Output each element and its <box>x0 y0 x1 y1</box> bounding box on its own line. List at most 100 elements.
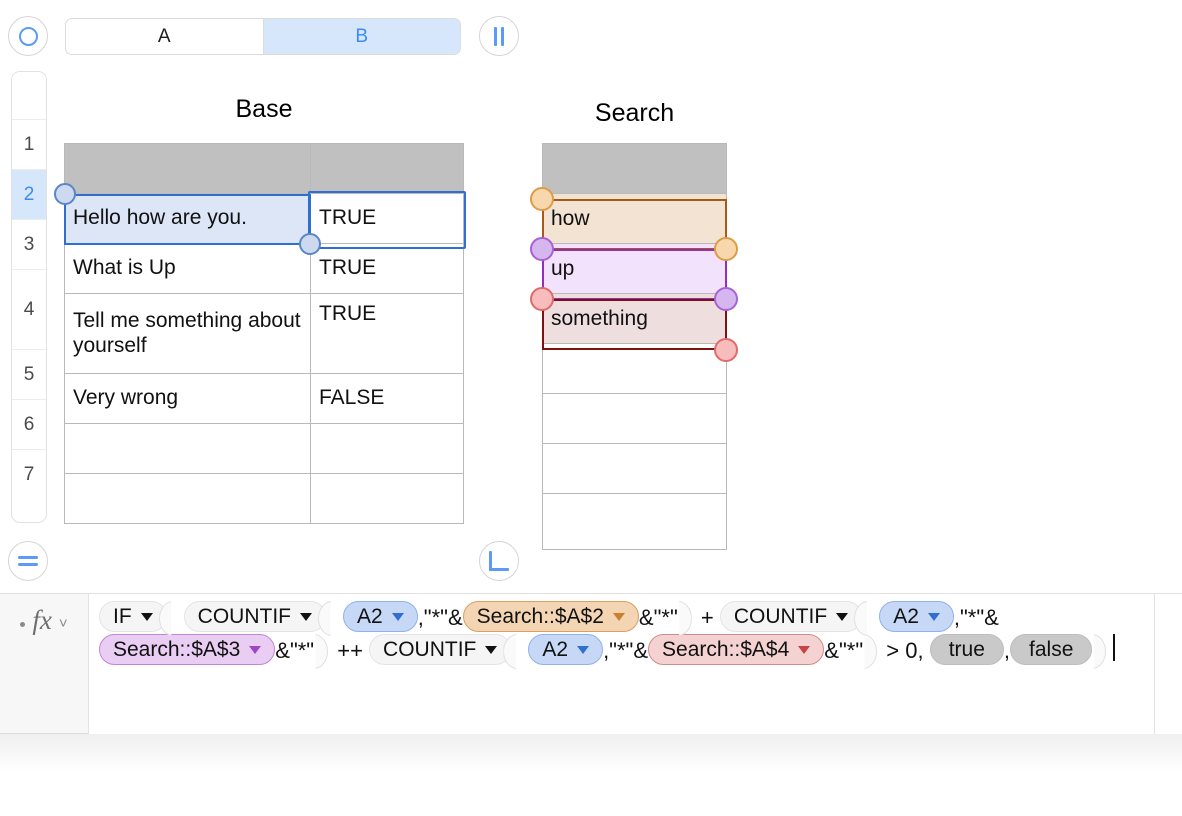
cell-a4[interactable]: Tell me something about yourself <box>65 294 311 373</box>
table-row[interactable]: Hello how are you. TRUE <box>65 194 463 244</box>
search-cell-a8[interactable] <box>543 494 726 549</box>
chevron-down-icon[interactable] <box>836 612 849 621</box>
table-row[interactable] <box>543 394 726 444</box>
table-row[interactable]: up <box>543 244 726 294</box>
range-handle-purple-start[interactable] <box>530 237 554 261</box>
range-handle-orange-start[interactable] <box>530 187 554 211</box>
row-header-6[interactable]: 6 <box>12 400 46 450</box>
formula-token-countif[interactable]: COUNTIF <box>719 601 863 632</box>
range-handle-orange-end[interactable] <box>714 237 738 261</box>
chevron-down-icon[interactable] <box>249 645 262 654</box>
search-cell-a6[interactable] <box>543 394 726 443</box>
corner-bracket-button[interactable] <box>479 541 519 581</box>
formula-close-paren <box>678 601 695 634</box>
search-cell-a5[interactable] <box>543 344 726 393</box>
cell-b7[interactable] <box>311 474 463 524</box>
chevron-down-icon[interactable] <box>140 612 153 621</box>
cell-b4[interactable]: TRUE <box>311 294 463 373</box>
range-handle-purple-end[interactable] <box>714 287 738 311</box>
table-row[interactable] <box>65 424 463 474</box>
row-header-7[interactable]: 7 <box>12 450 46 500</box>
cell-b6[interactable] <box>311 424 463 473</box>
table-row[interactable]: Very wrong FALSE <box>65 374 463 424</box>
search-cell-a2[interactable]: how <box>543 194 726 243</box>
table-row[interactable]: something <box>543 294 726 344</box>
cell-b3[interactable]: TRUE <box>311 244 463 293</box>
chevron-down-icon[interactable] <box>612 612 625 621</box>
formula-token-label: COUNTIF <box>733 604 828 628</box>
equals-icon <box>18 556 38 566</box>
table-row[interactable] <box>65 474 463 524</box>
row-header-4[interactable]: 4 <box>12 270 46 350</box>
formula-text-token: &"*" <box>638 604 678 630</box>
formula-token-if[interactable]: IF <box>99 601 167 632</box>
formula-token-search-a-3[interactable]: Search::$A$3 <box>99 634 276 665</box>
table-row[interactable]: What is Up TRUE <box>65 244 463 294</box>
tab-b[interactable]: B <box>262 19 460 54</box>
formula-token-label: COUNTIF <box>197 604 291 628</box>
formula-token-true[interactable]: true <box>929 634 1004 665</box>
table-row[interactable] <box>543 444 726 494</box>
formula-token-a2[interactable]: A2 <box>343 601 418 632</box>
table-row[interactable] <box>543 144 726 194</box>
chevron-down-icon[interactable]: ˅ <box>59 615 68 632</box>
cell-a1[interactable] <box>65 144 311 193</box>
bullet-icon <box>20 622 26 627</box>
range-handle-red-start[interactable] <box>530 287 554 311</box>
search-cell-a7[interactable] <box>543 444 726 493</box>
equals-button[interactable] <box>8 541 48 581</box>
pause-button[interactable] <box>479 16 519 56</box>
chevron-down-icon[interactable] <box>577 645 590 654</box>
table-row[interactable] <box>543 494 726 549</box>
cell-b2[interactable]: TRUE <box>311 194 463 243</box>
cell-b5[interactable]: FALSE <box>311 374 463 423</box>
formula-bar-fx-group[interactable]: fx ˅ <box>0 594 88 735</box>
chevron-down-icon[interactable] <box>391 612 404 621</box>
row-header-blank[interactable] <box>12 72 46 120</box>
table-row[interactable]: Tell me something about yourself TRUE <box>65 294 463 374</box>
cell-a6[interactable] <box>65 424 311 473</box>
sheet-segmented-control[interactable]: A B <box>65 18 461 55</box>
formula-bar-right-gutter <box>1154 594 1182 735</box>
tab-a[interactable]: A <box>66 19 263 54</box>
table-row[interactable]: how <box>543 194 726 244</box>
cell-a5[interactable]: Very wrong <box>65 374 311 423</box>
cell-a3[interactable]: What is Up <box>65 244 311 293</box>
row-header-rail[interactable]: 1 2 3 4 5 6 7 <box>11 71 47 523</box>
cell-b1[interactable] <box>311 144 463 193</box>
search-cell-a3[interactable]: up <box>543 244 726 293</box>
formula-close-paren <box>314 634 331 667</box>
chevron-down-icon[interactable] <box>300 612 312 621</box>
table-row[interactable] <box>65 144 463 194</box>
formula-open-paren <box>862 601 879 634</box>
formula-token-countif[interactable]: COUNTIF <box>369 634 512 665</box>
pause-icon <box>493 26 505 46</box>
selection-handle-bottom-right[interactable] <box>299 233 321 255</box>
row-header-5[interactable]: 5 <box>12 350 46 400</box>
formula-input[interactable]: IF COUNTIF A2 ,"*"& Search::$A$2 &"*" + COUNT… <box>88 594 1154 735</box>
row-header-2[interactable]: 2 <box>12 170 46 220</box>
chevron-down-icon[interactable] <box>798 645 811 654</box>
cell-a7[interactable] <box>65 474 311 524</box>
previous-button[interactable] <box>8 16 48 56</box>
row-header-3[interactable]: 3 <box>12 220 46 270</box>
base-table[interactable]: Hello how are you. TRUE What is Up TRUE … <box>64 143 464 524</box>
formula-token-a2[interactable]: A2 <box>879 601 954 632</box>
formula-token-countif[interactable]: COUNTIF <box>183 601 326 632</box>
search-cell-a1[interactable] <box>543 144 726 193</box>
formula-text-token: &"*" <box>824 637 864 663</box>
range-handle-red-end[interactable] <box>714 338 738 362</box>
formula-token-search-a-4[interactable]: Search::$A$4 <box>648 634 825 665</box>
selection-handle-top-left[interactable] <box>54 183 76 205</box>
formula-token-false[interactable]: false <box>1010 634 1093 665</box>
search-table[interactable]: how up something <box>542 143 727 550</box>
table-row[interactable] <box>543 344 726 394</box>
row-header-1[interactable]: 1 <box>12 120 46 170</box>
chevron-down-icon[interactable] <box>927 612 940 621</box>
cell-a2[interactable]: Hello how are you. <box>65 194 311 243</box>
formula-token-search-a-2[interactable]: Search::$A$2 <box>462 601 639 632</box>
corner-bracket-icon <box>489 551 509 571</box>
formula-token-a2[interactable]: A2 <box>528 634 604 665</box>
chevron-down-icon[interactable] <box>485 645 498 654</box>
search-cell-a4[interactable]: something <box>543 294 726 343</box>
